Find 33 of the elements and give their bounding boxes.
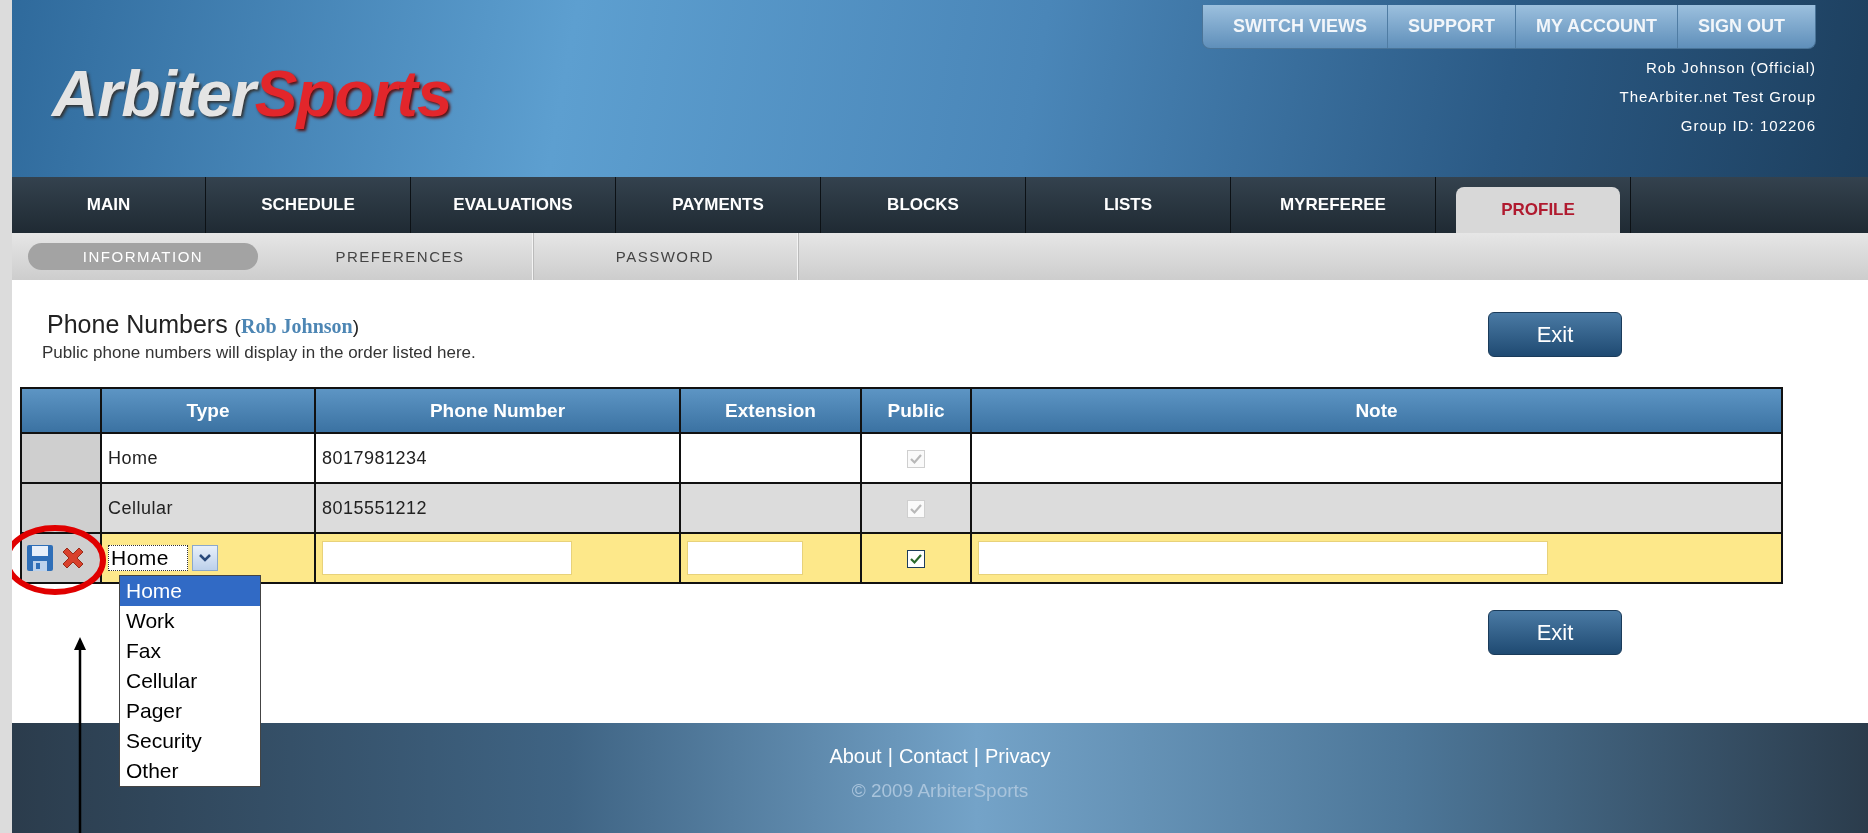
column-header: Extension (680, 388, 861, 433)
copyright-text: © 2009 ArbiterSports (851, 780, 1029, 802)
sub-tab[interactable]: PREFERENCES (268, 233, 533, 280)
link-separator: | (973, 745, 979, 768)
owner-link[interactable]: Rob Johnson (240, 315, 353, 337)
dropdown-option[interactable]: Pager (120, 696, 260, 726)
column-header: Phone Number (315, 388, 680, 433)
dropdown-option[interactable]: Work (120, 606, 260, 636)
dropdown-option[interactable]: Fax (120, 636, 260, 666)
user-info-text: Rob Johnson (Official) (1645, 59, 1816, 76)
table-cell: Home (101, 433, 315, 483)
column-header: Type (101, 388, 315, 433)
paren-text: ) (352, 316, 359, 337)
main-tab[interactable]: PROFILE (1456, 187, 1620, 233)
column-header: Public (861, 388, 971, 433)
table-cell: Cellular (101, 483, 315, 533)
dropdown-option[interactable]: Home (120, 576, 260, 606)
dropdown-option[interactable]: Cellular (120, 666, 260, 696)
paren-text: ( (234, 316, 241, 337)
table-cell: 8015551212 (315, 483, 680, 533)
dropdown-option[interactable]: Security (120, 726, 260, 756)
exit-button[interactable]: Exit (1488, 610, 1622, 655)
sub-tab[interactable]: PASSWORD (533, 233, 798, 280)
link-separator: | (887, 745, 893, 768)
user-info-text: TheArbiter.net Test Group (1619, 88, 1816, 105)
page-title: Phone Numbers (47, 310, 228, 338)
column-header: Note (971, 388, 1782, 433)
page-subtitle: Public phone numbers will display in the order listed here. (42, 343, 476, 363)
dropdown-option[interactable]: Other (120, 756, 260, 786)
table-cell: 8017981234 (315, 433, 680, 483)
user-info-text: Group ID: 102206 (1680, 117, 1816, 134)
arbitersports-logo: ArbiterSports (52, 58, 452, 130)
exit-button[interactable]: Exit (1488, 312, 1622, 357)
